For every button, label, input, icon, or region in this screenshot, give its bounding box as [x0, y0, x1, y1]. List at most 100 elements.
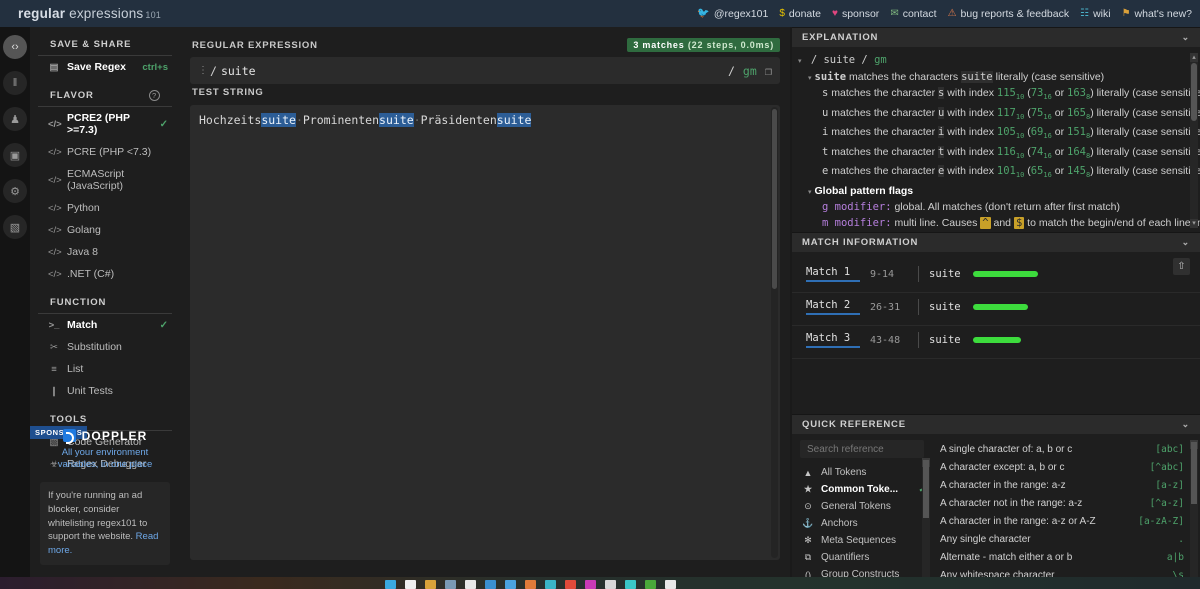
quick-reference-header[interactable]: QUICK REFERENCE ⌄ — [792, 414, 1200, 434]
match-length-bar — [973, 337, 1021, 343]
reference-row[interactable]: A character except: a, b or c [^abc] — [940, 458, 1184, 476]
taskbar-app-icon[interactable] — [425, 580, 436, 589]
regex-input[interactable]: ⋮ / suite / gm ❐ — [190, 57, 780, 84]
reference-category-anchors[interactable]: ⚓ Anchors — [798, 515, 932, 532]
copy-icon[interactable]: ❐ — [765, 64, 772, 78]
taskbar-app-icon[interactable] — [485, 580, 496, 589]
reference-row[interactable]: A single character of: a, b or c [abc] — [940, 440, 1184, 458]
taskbar-app-icon[interactable] — [465, 580, 476, 589]
chevron-down-icon[interactable]: ⌄ — [1182, 32, 1190, 43]
quick-reference-categories: Search reference ▲ All Tokens ★ Common Toke… — [792, 434, 932, 589]
reference-code: [^a-z] — [1149, 497, 1184, 509]
match-row[interactable]: Match 1 9-14 suite — [792, 260, 1200, 293]
flavor-item-1[interactable]: </> PCRE (PHP <7.3) — [30, 141, 180, 163]
regex-flags[interactable]: gm — [743, 64, 757, 78]
flavor-label: PCRE2 (PHP >=7.3) — [67, 112, 130, 136]
test-string-content[interactable]: Hochzeitssuite·Prominentensuite·Präsiden… — [199, 113, 771, 127]
save-regex-button[interactable]: ▤ Save Regex ctrl+s — [30, 56, 180, 78]
reference-row[interactable]: A character not in the range: a-z [^a-z] — [940, 494, 1184, 512]
taskbar-app-icon[interactable] — [405, 580, 416, 589]
match-row[interactable]: Match 2 26-31 suite — [792, 293, 1200, 326]
help-icon[interactable]: ? — [149, 90, 160, 101]
test-string-input[interactable]: Hochzeitssuite·Prominentensuite·Präsiden… — [190, 105, 780, 560]
top-link-donate[interactable]: $ donate — [779, 8, 821, 20]
reference-row[interactable]: A character in the range: a-z [a-z] — [940, 476, 1184, 494]
test-string-scrollbar[interactable] — [771, 107, 778, 558]
flavor-item-4[interactable]: </> Golang — [30, 219, 180, 241]
match-highlight: suite — [261, 113, 296, 127]
match-information-header[interactable]: MATCH INFORMATION ⌄ — [792, 232, 1200, 252]
reference-row[interactable]: Any single character. — [940, 530, 1184, 548]
match-label[interactable]: Match 1 — [806, 266, 860, 282]
reference-category-all-tokens[interactable]: ▲ All Tokens — [798, 464, 932, 481]
collapse-triangle-icon[interactable]: ▾ — [808, 75, 812, 82]
taskbar-app-icon[interactable] — [625, 580, 636, 589]
flavor-item-5[interactable]: </> Java 8 — [30, 241, 180, 263]
match-row[interactable]: Match 3 43-48 suite — [792, 326, 1200, 359]
taskbar-app-icon[interactable] — [545, 580, 556, 589]
explanation-scrollbar[interactable]: ▴ ▾ — [1190, 53, 1198, 228]
top-link-contact[interactable]: ✉ contact — [890, 8, 936, 20]
top-link-bug-reports-feedback[interactable]: ⚠ bug reports & feedback — [948, 8, 1070, 20]
flavor-item-0[interactable]: </> PCRE2 (PHP >=7.3) ✓ — [30, 107, 180, 141]
taskbar-app-icon[interactable] — [585, 580, 596, 589]
explanation-scroll-thumb[interactable] — [1191, 63, 1197, 121]
game-icon[interactable]: ▣ — [3, 143, 27, 167]
chevron-down-icon[interactable]: ⌄ — [1182, 237, 1190, 248]
library-icon[interactable]: ‖ — [3, 71, 27, 95]
top-link-what-s-new-[interactable]: ⚑ what's new? — [1122, 8, 1192, 20]
function-item-match[interactable]: >_ Match ✓ — [30, 314, 180, 336]
top-nav-links: 🐦 @regex101 $ donate ♥ sponsor ✉ contact ⚠ bug re… — [697, 8, 1192, 20]
reference-category-general-tokens[interactable]: ⊙ General Tokens — [798, 498, 932, 515]
taskbar-app-icon[interactable] — [445, 580, 456, 589]
scroll-down-arrow-icon[interactable]: ▾ — [1190, 219, 1198, 228]
collapse-triangle-icon[interactable]: ▾ — [798, 58, 802, 65]
regex-editor-icon[interactable]: ‹› — [3, 35, 27, 59]
top-link-sponsor[interactable]: ♥ sponsor — [832, 8, 879, 20]
taskbar-app-icon[interactable] — [605, 580, 616, 589]
function-item-unit-tests[interactable]: ❙ Unit Tests — [30, 380, 180, 402]
category-scroll-thumb[interactable] — [923, 460, 929, 518]
collapse-triangle-icon[interactable]: ▾ — [808, 189, 812, 196]
flavor-item-3[interactable]: </> Python — [30, 197, 180, 219]
top-link--regex101[interactable]: 🐦 @regex101 — [697, 8, 768, 20]
export-icon[interactable]: ⇧ — [1173, 258, 1190, 275]
reference-row[interactable]: A character in the range: a-z or A-Z [a-z… — [940, 512, 1184, 530]
regex-flags-group[interactable]: / gm ❐ — [728, 64, 772, 78]
settings-icon[interactable]: ⚙ — [3, 179, 27, 203]
chat-icon[interactable]: ▧ — [3, 215, 27, 239]
taskbar-app-icon[interactable] — [645, 580, 656, 589]
match-label[interactable]: Match 3 — [806, 332, 860, 348]
taskbar-app-icon[interactable] — [665, 580, 676, 589]
function-header: FUNCTION — [38, 285, 172, 314]
account-icon[interactable]: ♟ — [3, 107, 27, 131]
drag-handle-icon[interactable]: ⋮ — [198, 65, 208, 76]
search-reference-input[interactable]: Search reference — [800, 440, 924, 458]
taskbar-app-icon[interactable] — [525, 580, 536, 589]
top-link-wiki[interactable]: ☷ wiki — [1080, 8, 1110, 20]
reference-category-meta-sequences[interactable]: ✻ Meta Sequences — [798, 532, 932, 549]
test-string-label: TEST STRING — [192, 87, 264, 98]
taskbar-app-icon[interactable] — [565, 580, 576, 589]
reference-scroll-thumb[interactable] — [1191, 442, 1197, 504]
reference-scrollbar[interactable]: ▴ ▾ — [1190, 440, 1198, 589]
function-item-substitution[interactable]: ✂ Substitution — [30, 336, 180, 358]
site-logo[interactable]: regular expressions 101 — [18, 6, 161, 21]
chevron-down-icon[interactable]: ⌄ — [1182, 419, 1190, 430]
function-item-list[interactable]: ≡ List — [30, 358, 180, 380]
scroll-up-arrow-icon[interactable]: ▴ — [1190, 53, 1198, 62]
top-link-label: wiki — [1093, 7, 1111, 20]
taskbar-app-icon[interactable] — [505, 580, 516, 589]
taskbar-app-icon[interactable] — [385, 580, 396, 589]
flavor-item-6[interactable]: </> .NET (C#) — [30, 263, 180, 285]
match-label[interactable]: Match 2 — [806, 299, 860, 315]
category-scrollbar[interactable]: ▴ ▾ — [922, 458, 930, 589]
regex-pattern-text[interactable]: suite — [221, 64, 256, 78]
flavor-label: FLAVOR — [50, 90, 94, 101]
reference-category-quantifiers[interactable]: ⧉ Quantifiers — [798, 549, 932, 566]
flavor-item-2[interactable]: </> ECMAScript (JavaScript) — [30, 163, 180, 197]
category-icon: ✻ — [804, 535, 812, 545]
explanation-header[interactable]: EXPLANATION ⌄ — [792, 27, 1200, 47]
reference-category-common-toke-[interactable]: ★Common Toke...✓ — [798, 481, 932, 498]
reference-row[interactable]: Alternate - match either a or b a|b — [940, 548, 1184, 566]
